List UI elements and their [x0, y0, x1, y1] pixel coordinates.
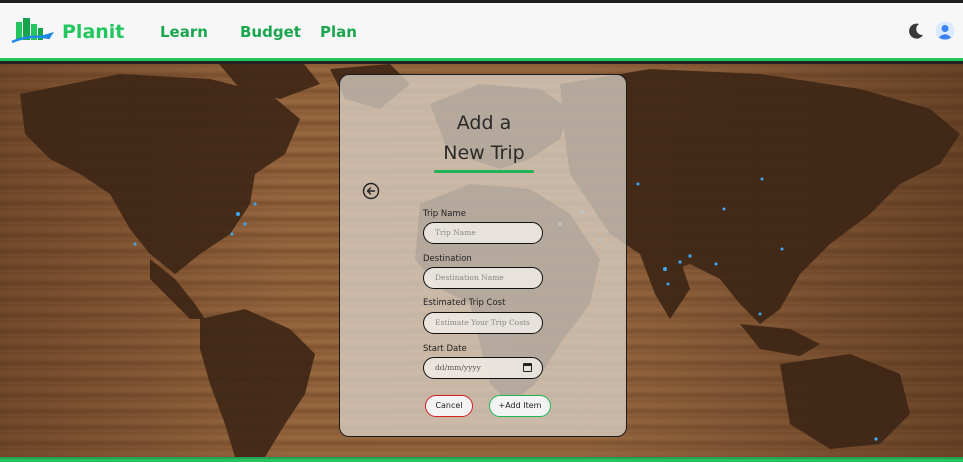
nav-learn[interactable]: Learn	[160, 23, 208, 41]
trip-name-input[interactable]: Trip Name	[423, 222, 543, 244]
brand-logo[interactable]: Planit	[10, 16, 124, 48]
title-line-2: New Trip	[443, 142, 525, 164]
nav-plan[interactable]: Plan	[320, 23, 357, 41]
destination-label: Destination	[423, 254, 472, 264]
add-item-button[interactable]: +Add Item	[489, 395, 551, 417]
nav-budget[interactable]: Budget	[240, 23, 301, 41]
title-underline	[434, 170, 534, 173]
title-line-1: Add a	[456, 112, 512, 134]
cost-label: Estimated Trip Cost	[423, 298, 506, 308]
navbar: Planit Learn Budget Plan	[0, 3, 963, 61]
cost-input[interactable]: Estimate Your Trip Costs	[423, 312, 543, 334]
destination-input[interactable]: Destination Name	[423, 267, 543, 289]
window-bottom-border	[0, 457, 963, 462]
cancel-button[interactable]: Cancel	[425, 395, 473, 417]
trip-name-label: Trip Name	[423, 209, 466, 219]
page-title: Add a New Trip	[340, 108, 628, 168]
add-trip-card: Add a New Trip Trip Name Trip Name Desti…	[339, 74, 627, 437]
start-date-input[interactable]: dd/mm/yyyy	[423, 357, 543, 379]
city-plane-logo-icon	[10, 16, 56, 48]
user-icon[interactable]	[935, 21, 955, 45]
start-date-placeholder: dd/mm/yyyy	[435, 363, 481, 372]
moon-icon[interactable]	[907, 22, 925, 44]
brand-name: Planit	[62, 21, 125, 43]
arrow-left-circle-icon[interactable]	[362, 182, 380, 200]
calendar-icon[interactable]	[523, 363, 532, 372]
start-date-label: Start Date	[423, 344, 467, 354]
